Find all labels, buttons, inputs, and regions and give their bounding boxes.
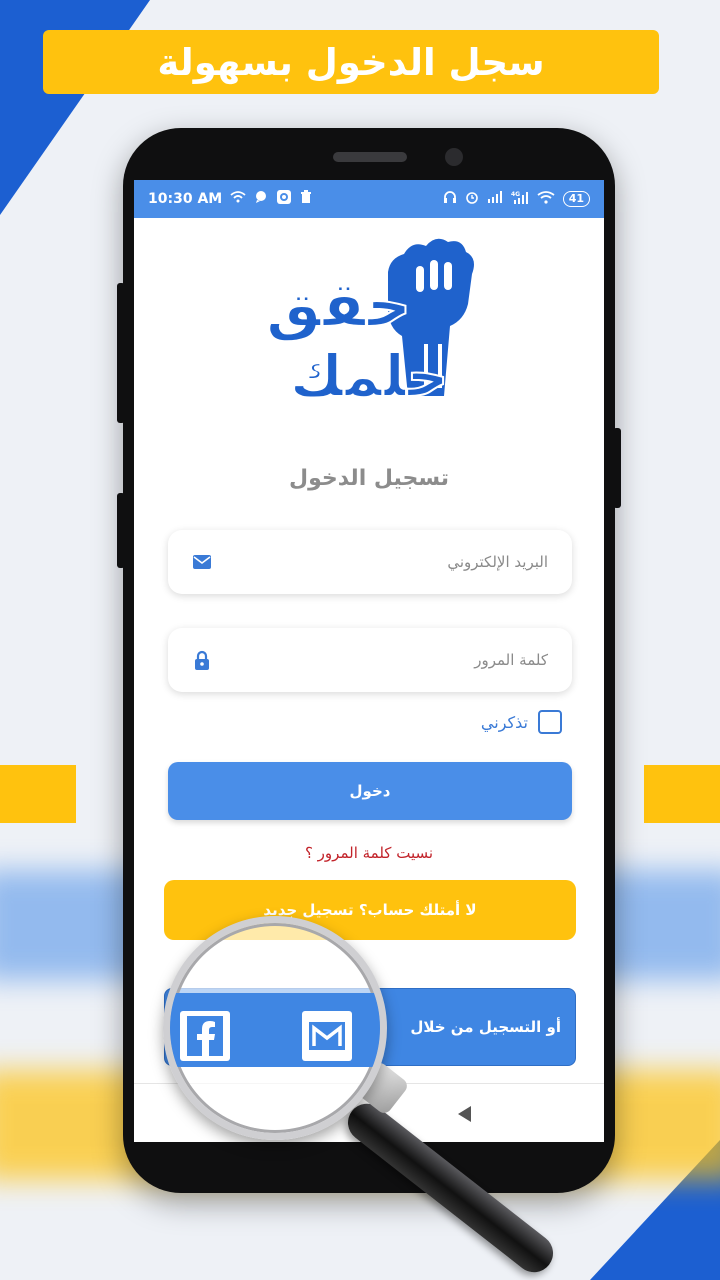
app-logo: حقق حلمك xyxy=(254,234,494,414)
side-decoration-right xyxy=(644,765,720,823)
promo-banner-text: سجل الدخول بسهولة xyxy=(157,40,545,84)
remember-checkbox[interactable] xyxy=(538,710,562,734)
record-icon xyxy=(276,189,292,209)
logo-line-2: حلمك xyxy=(290,342,448,410)
password-placeholder: كلمة المرور xyxy=(474,651,548,669)
envelope-icon xyxy=(192,552,212,572)
promo-banner: سجل الدخول بسهولة xyxy=(43,30,659,94)
signal-icon xyxy=(487,191,503,207)
forgot-password-link[interactable]: نسيت كلمة المرور ؟ xyxy=(134,844,604,862)
remember-label: تذكرني xyxy=(480,712,528,732)
fist-logo-icon: حقق حلمك xyxy=(265,238,474,411)
login-title: تسجيل الدخول xyxy=(288,466,450,491)
battery-indicator: 41 xyxy=(562,191,590,207)
trash-icon xyxy=(300,190,312,208)
magnifier-lens xyxy=(163,916,387,1140)
social-login-label: أو التسجيل من خلال xyxy=(410,1018,561,1036)
phone-volume-button xyxy=(117,283,125,423)
phone-camera xyxy=(445,148,463,166)
lock-icon xyxy=(192,650,212,670)
email-placeholder: البريد الإلكتروني xyxy=(447,553,548,571)
headphones-icon xyxy=(443,190,457,208)
remember-me[interactable]: تذكرني xyxy=(481,710,562,734)
login-button[interactable]: دخول xyxy=(168,762,572,820)
side-decoration-left xyxy=(0,765,76,823)
wifi-icon xyxy=(230,191,246,207)
phone-power-button xyxy=(613,428,621,508)
phone-side-button xyxy=(117,493,125,568)
logo-line-1: حقق xyxy=(266,268,411,341)
signal-4g-icon: 4G xyxy=(511,190,529,208)
wifi-signal-icon xyxy=(537,190,555,208)
phone-speaker xyxy=(333,152,407,162)
email-field[interactable]: البريد الإلكتروني xyxy=(168,530,572,594)
facebook-icon[interactable] xyxy=(180,1011,230,1061)
status-time: 10:30 AM xyxy=(148,191,223,207)
svg-text:4G: 4G xyxy=(511,191,520,198)
status-bar: 10:30 AM 4G 41 xyxy=(134,180,604,218)
password-field[interactable]: كلمة المرور xyxy=(168,628,572,692)
gmail-icon[interactable] xyxy=(302,1011,352,1061)
back-nav-icon[interactable] xyxy=(458,1106,471,1122)
alarm-icon xyxy=(465,190,479,208)
chat-icon xyxy=(254,190,268,208)
